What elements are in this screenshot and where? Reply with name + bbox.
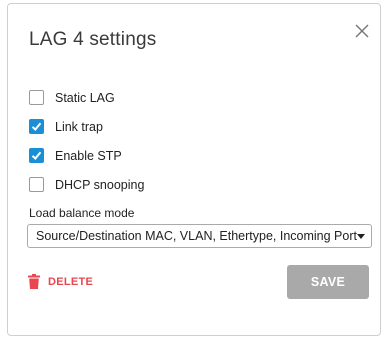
static-lag-option[interactable]: Static LAG xyxy=(29,90,249,106)
link-trap-option[interactable]: Link trap xyxy=(29,119,249,135)
dialog-title: LAG 4 settings xyxy=(29,29,157,50)
dhcp-snooping-option[interactable]: DHCP snooping xyxy=(29,177,249,193)
load-balance-select[interactable]: Source/Destination MAC, VLAN, Ethertype,… xyxy=(27,224,372,248)
static-lag-label: Static LAG xyxy=(55,91,115,105)
delete-label: DELETE xyxy=(48,276,94,288)
delete-button[interactable]: DELETE xyxy=(28,274,108,290)
dhcp-snooping-checkbox[interactable] xyxy=(29,177,44,192)
close-icon[interactable] xyxy=(355,24,369,38)
link-trap-checkbox[interactable] xyxy=(29,119,44,134)
lag-settings-dialog: LAG 4 settings Static LAG Link trap Enab… xyxy=(7,3,381,336)
load-balance-label: Load balance mode xyxy=(29,206,135,220)
static-lag-checkbox[interactable] xyxy=(29,90,44,105)
load-balance-value: Source/Destination MAC, VLAN, Ethertype,… xyxy=(36,229,357,243)
checkmark-icon xyxy=(31,151,42,160)
checkmark-icon xyxy=(31,122,42,131)
link-trap-label: Link trap xyxy=(55,120,103,134)
enable-stp-label: Enable STP xyxy=(55,149,122,163)
dhcp-snooping-label: DHCP snooping xyxy=(55,178,145,192)
trash-icon xyxy=(28,274,40,289)
enable-stp-checkbox[interactable] xyxy=(29,148,44,163)
caret-down-icon xyxy=(357,234,365,239)
enable-stp-option[interactable]: Enable STP xyxy=(29,148,249,164)
save-button[interactable]: SAVE xyxy=(287,265,369,299)
